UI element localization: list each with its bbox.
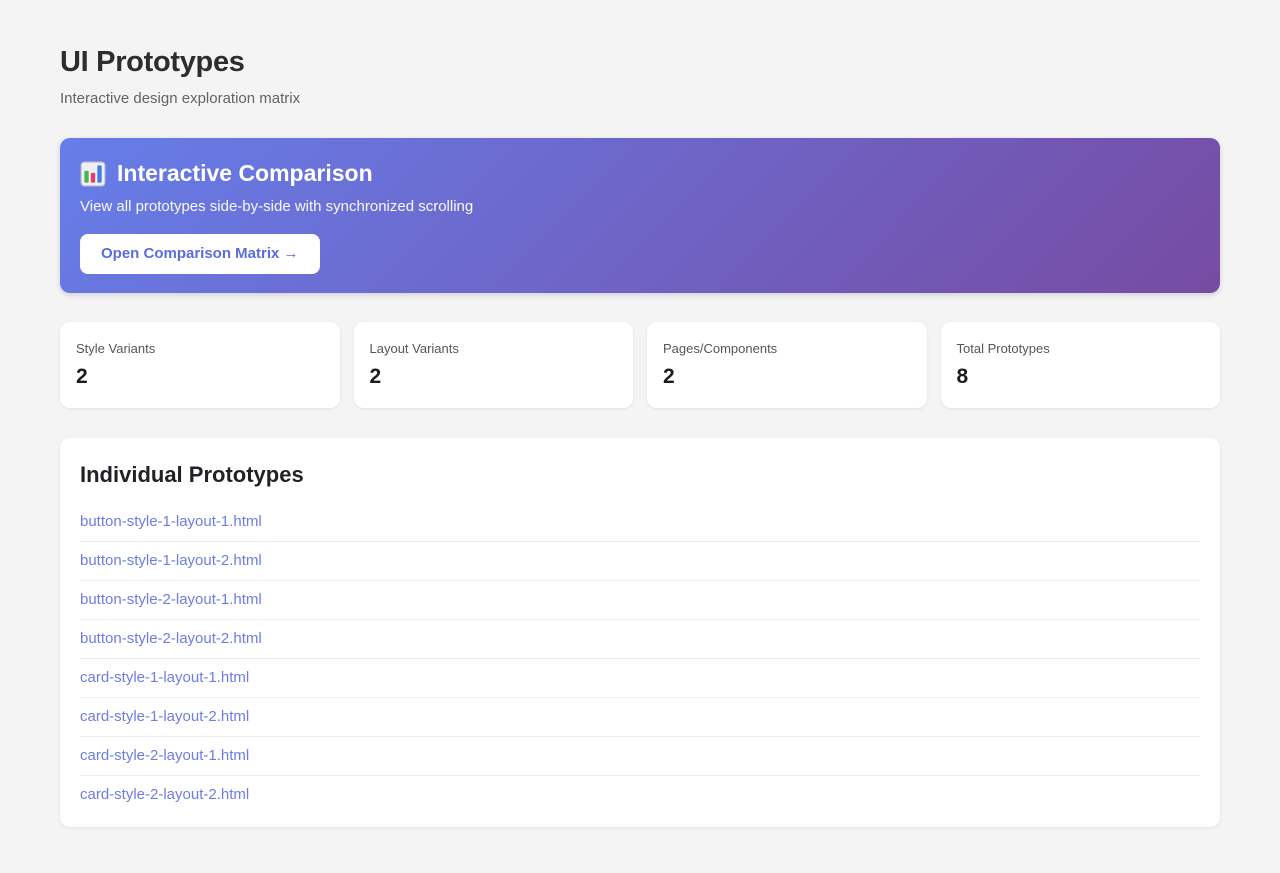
open-comparison-matrix-button[interactable]: Open Comparison Matrix → [80, 234, 320, 274]
prototype-link[interactable]: card-style-1-layout-2.html [80, 698, 1200, 736]
stat-card-style-variants: Style Variants 2 [60, 322, 340, 408]
list-item: card-style-1-layout-1.html [80, 659, 1200, 698]
stat-label: Style Variants [76, 341, 156, 356]
stat-label: Total Prototypes [956, 341, 1050, 356]
individual-prototypes-heading: Individual Prototypes [80, 462, 304, 487]
list-item: button-style-2-layout-1.html [80, 581, 1200, 620]
stat-card-pages-components: Pages/Components 2 [647, 322, 927, 408]
list-item: card-style-2-layout-1.html [80, 737, 1200, 776]
list-item: button-style-1-layout-1.html [80, 503, 1200, 542]
prototype-link[interactable]: button-style-1-layout-1.html [80, 503, 1200, 541]
stat-card-layout-variants: Layout Variants 2 [353, 322, 633, 408]
prototype-link[interactable]: button-style-2-layout-2.html [80, 620, 1200, 658]
stat-value: 2 [76, 365, 88, 388]
stat-card-total-prototypes: Total Prototypes 8 [940, 322, 1220, 408]
stat-label: Layout Variants [369, 341, 459, 356]
list-item: card-style-2-layout-2.html [80, 776, 1200, 814]
prototype-link[interactable]: card-style-2-layout-2.html [80, 776, 1200, 814]
list-item: card-style-1-layout-2.html [80, 698, 1200, 737]
prototype-link[interactable]: button-style-2-layout-1.html [80, 581, 1200, 619]
list-item: button-style-2-layout-2.html [80, 620, 1200, 659]
banner-title-row: Interactive Comparison [80, 160, 1196, 187]
list-item: button-style-1-layout-2.html [80, 542, 1200, 581]
stat-value: 2 [369, 365, 382, 388]
comparison-banner: Interactive Comparison View all prototyp… [60, 138, 1220, 293]
prototype-link[interactable]: button-style-1-layout-2.html [80, 542, 1200, 580]
banner-description: View all prototypes side-by-side with sy… [80, 198, 474, 215]
page-subtitle: Interactive design exploration matrix [60, 90, 301, 107]
individual-prototypes-card: Individual Prototypes button-style-1-lay… [60, 438, 1220, 827]
stat-value: 2 [663, 365, 675, 388]
stat-label: Pages/Components [663, 341, 778, 356]
bar-chart-icon [80, 161, 106, 187]
page-title: UI Prototypes [60, 46, 245, 78]
page-container: UI Prototypes Interactive design explora… [60, 0, 1220, 827]
stats-row: Style Variants 2 Layout Variants 2 Pages… [60, 322, 1220, 408]
banner-title: Interactive Comparison [117, 160, 373, 186]
prototype-link[interactable]: card-style-1-layout-1.html [80, 659, 1200, 697]
prototype-link-list: button-style-1-layout-1.html button-styl… [80, 503, 1200, 814]
prototype-link[interactable]: card-style-2-layout-1.html [80, 737, 1200, 775]
stat-value: 8 [956, 365, 969, 388]
